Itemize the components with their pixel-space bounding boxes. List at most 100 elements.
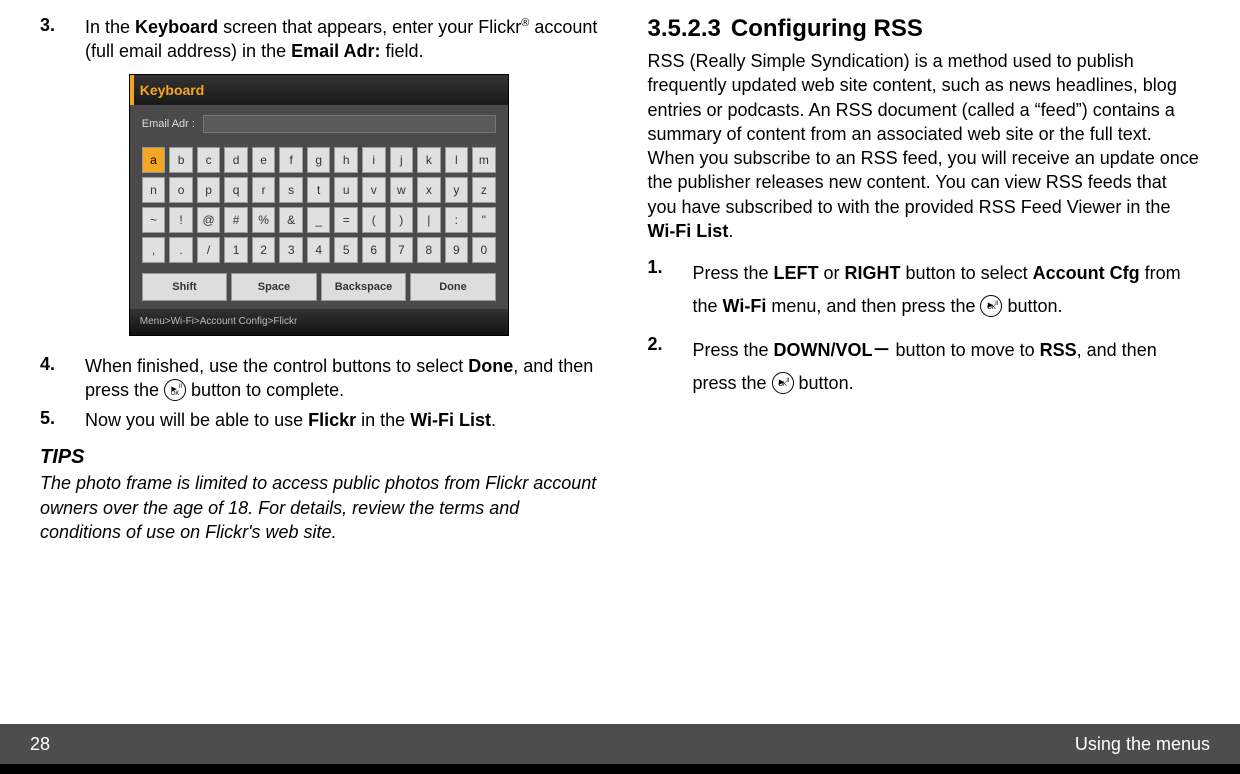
bold: Flickr xyxy=(308,410,356,430)
keyboard-key: c xyxy=(197,147,221,173)
keyboard-key: @ xyxy=(197,207,221,233)
keyboard-key: r xyxy=(252,177,276,203)
keyboard-backspace-button: Backspace xyxy=(321,273,407,301)
keyboard-key: . xyxy=(169,237,193,263)
step-text: Press the LEFT or RIGHT button to select… xyxy=(692,257,1200,322)
keyboard-key: & xyxy=(279,207,303,233)
keyboard-bottom-row: ShiftSpaceBackspaceDone xyxy=(130,273,508,309)
keyboard-key: s xyxy=(279,177,303,203)
keyboard-key: k xyxy=(417,147,441,173)
keyboard-key: v xyxy=(362,177,386,203)
text: button. xyxy=(794,373,854,393)
bold: DOWN/VOL－ xyxy=(774,340,891,360)
keyboard-breadcrumb: Menu>Wi-Fi>Account Config>Flickr xyxy=(130,309,508,335)
tips-body: The photo frame is limited to access pub… xyxy=(40,471,597,544)
bold: RIGHT xyxy=(845,263,901,283)
keyboard-key: 4 xyxy=(307,237,331,263)
text: button. xyxy=(1002,296,1062,316)
keyboard-space-button: Space xyxy=(231,273,317,301)
section-title: Configuring RSS xyxy=(731,15,923,43)
step-text: Now you will be able to use Flickr in th… xyxy=(85,408,597,432)
keyboard-grid: abcdefghijklmnopqrstuvwxyz~!@#%&_=()|:",… xyxy=(130,141,508,273)
keyboard-titlebar: Keyboard xyxy=(130,75,508,105)
tips-heading: TIPS xyxy=(40,446,597,469)
footer-title: Using the menus xyxy=(1075,734,1210,755)
keyboard-key: o xyxy=(169,177,193,203)
bold: LEFT xyxy=(774,263,819,283)
keyboard-key: 9 xyxy=(445,237,469,263)
ok-button-icon: OK xyxy=(772,372,794,394)
keyboard-key: u xyxy=(334,177,358,203)
keyboard-field-label: Email Adr : xyxy=(142,118,195,130)
keyboard-key: d xyxy=(224,147,248,173)
keyboard-key: 3 xyxy=(279,237,303,263)
section-number: 3.5.2.3 xyxy=(647,15,720,43)
keyboard-key: y xyxy=(445,177,469,203)
bold: RSS xyxy=(1040,340,1077,360)
step-number: 4. xyxy=(40,354,85,403)
keyboard-key: 0 xyxy=(472,237,496,263)
keyboard-key: n xyxy=(142,177,166,203)
keyboard-key: f xyxy=(279,147,303,173)
keyboard-key: i xyxy=(362,147,386,173)
keyboard-key: % xyxy=(252,207,276,233)
section-heading: 3.5.2.3 Configuring RSS xyxy=(647,15,1200,43)
keyboard-key: j xyxy=(390,147,414,173)
text: in the xyxy=(356,410,410,430)
keyboard-key: g xyxy=(307,147,331,173)
text: Now you will be able to use xyxy=(85,410,308,430)
keyboard-done-button: Done xyxy=(410,273,496,301)
right-step-2: 2. Press the DOWN/VOL－ button to move to… xyxy=(647,334,1200,399)
keyboard-key: / xyxy=(197,237,221,263)
keyboard-key: ~ xyxy=(142,207,166,233)
step-4: 4. When finished, use the control button… xyxy=(40,354,597,403)
keyboard-key: 8 xyxy=(417,237,441,263)
text: or xyxy=(819,263,845,283)
text: Press the xyxy=(692,263,773,283)
step-3: 3. In the Keyboard screen that appears, … xyxy=(40,15,597,64)
keyboard-key: 5 xyxy=(334,237,358,263)
keyboard-key: 7 xyxy=(390,237,414,263)
ok-button-icon: OK xyxy=(980,295,1002,317)
step-number: 3. xyxy=(40,15,85,64)
keyboard-key: = xyxy=(334,207,358,233)
keyboard-key: 6 xyxy=(362,237,386,263)
keyboard-key: b xyxy=(169,147,193,173)
text: button to complete. xyxy=(186,380,344,400)
keyboard-key: q xyxy=(224,177,248,203)
text: When finished, use the control buttons t… xyxy=(85,356,468,376)
bold: Account Cfg xyxy=(1033,263,1140,283)
step-number: 2. xyxy=(647,334,692,399)
text: . xyxy=(491,410,496,430)
keyboard-key: ! xyxy=(169,207,193,233)
keyboard-key: ) xyxy=(390,207,414,233)
right-step-1: 1. Press the LEFT or RIGHT button to sel… xyxy=(647,257,1200,322)
text: button to move to xyxy=(891,340,1040,360)
keyboard-key: e xyxy=(252,147,276,173)
keyboard-field-row: Email Adr : xyxy=(130,105,508,141)
text: menu, and then press the xyxy=(766,296,980,316)
ok-button-icon: OK xyxy=(164,379,186,401)
step-text: When finished, use the control buttons t… xyxy=(85,354,597,403)
page-number: 28 xyxy=(30,734,50,755)
keyboard-key: _ xyxy=(307,207,331,233)
keyboard-key: w xyxy=(390,177,414,203)
bold: Wi-Fi List xyxy=(410,410,491,430)
keyboard-key: ( xyxy=(362,207,386,233)
step-text: Press the DOWN/VOL－ button to move to RS… xyxy=(692,334,1200,399)
keyboard-field-input xyxy=(203,115,496,133)
text: button to select xyxy=(901,263,1033,283)
section-intro: RSS (Really Simple Syndication) is a met… xyxy=(647,49,1200,243)
keyboard-key: # xyxy=(224,207,248,233)
keyboard-key: 2 xyxy=(252,237,276,263)
keyboard-title: Keyboard xyxy=(140,82,205,98)
left-column: 3. In the Keyboard screen that appears, … xyxy=(40,15,597,774)
keyboard-screenshot: Keyboard Email Adr : abcdefghijklmnopqrs… xyxy=(129,74,509,336)
bold: Done xyxy=(468,356,513,376)
keyboard-key: m xyxy=(472,147,496,173)
bold: Wi-Fi xyxy=(723,296,767,316)
keyboard-key: " xyxy=(472,207,496,233)
keyboard-key: a xyxy=(142,147,166,173)
keyboard-key: | xyxy=(417,207,441,233)
right-column: 3.5.2.3 Configuring RSS RSS (Really Simp… xyxy=(647,15,1200,774)
